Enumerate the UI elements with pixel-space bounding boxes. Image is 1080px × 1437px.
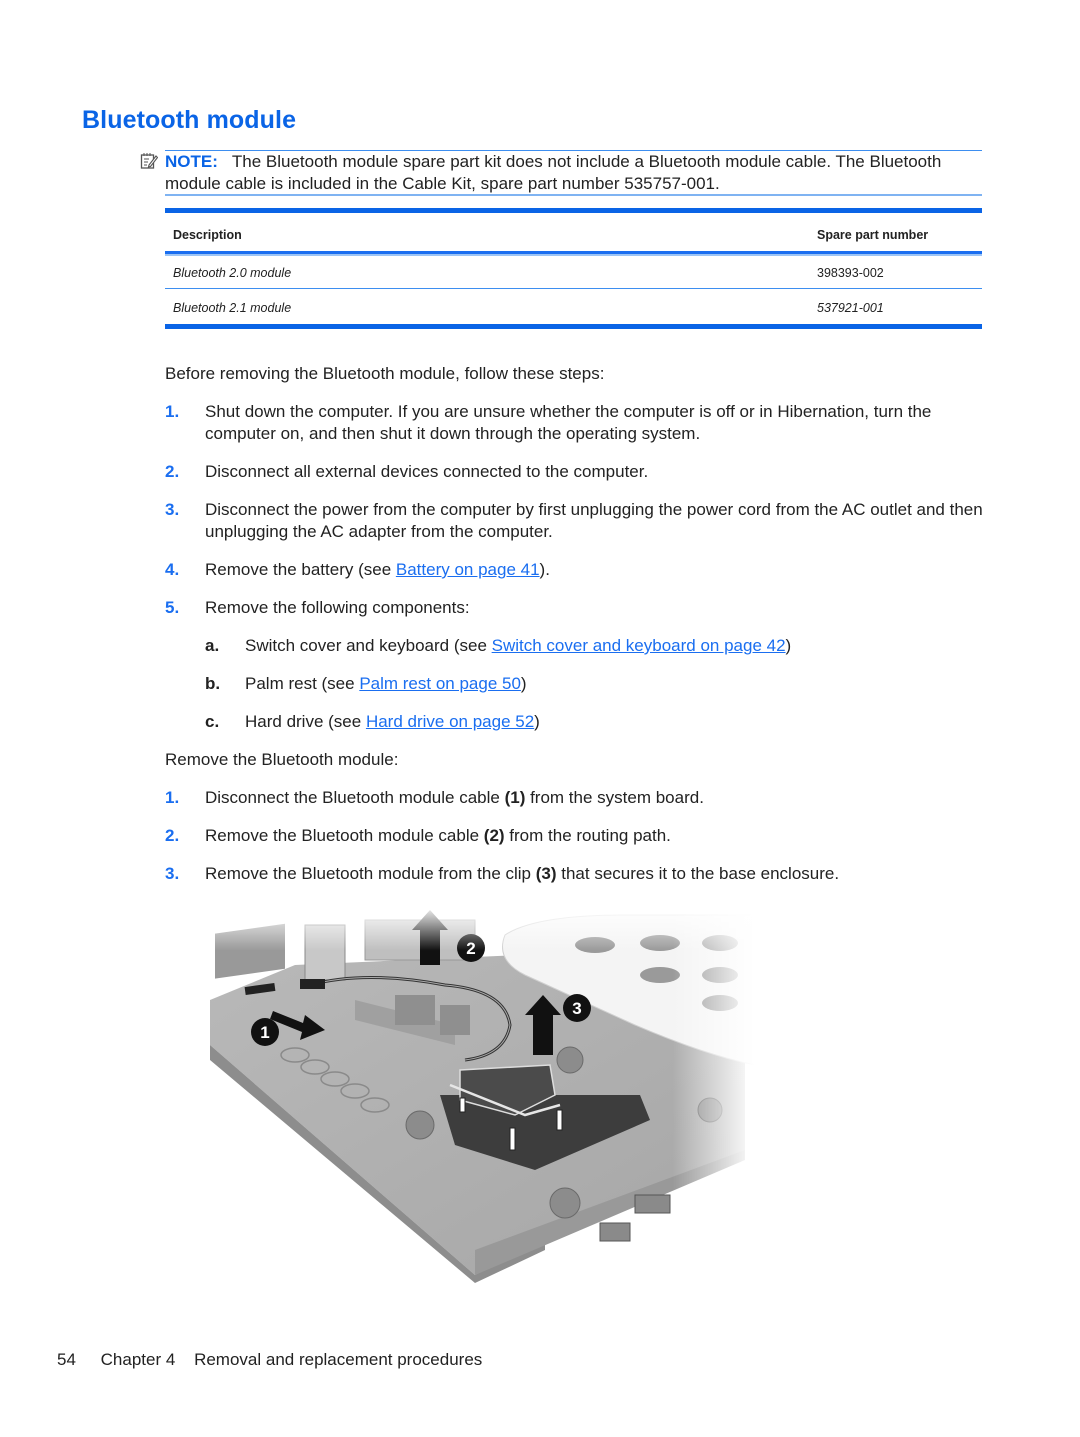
before-intro: Before removing the Bluetooth module, fo…	[165, 364, 605, 383]
step-number: 2.	[165, 826, 180, 845]
note-bottom-rule	[165, 194, 982, 196]
substep-letter: b.	[205, 674, 221, 693]
substep-text: Switch cover and keyboard (see Switch co…	[245, 635, 985, 657]
step-pre: Disconnect the Bluetooth module cable	[205, 788, 505, 807]
step-pre: Remove the Bluetooth module cable	[205, 826, 484, 845]
substep-suffix: )	[520, 674, 527, 693]
note-pencil-icon	[140, 153, 158, 169]
row-description: Bluetooth 2.0 module	[173, 266, 292, 280]
substep-prefix: Hard drive (see	[245, 712, 366, 731]
step-text: Shut down the computer. If you are unsur…	[205, 402, 932, 443]
callout-ref: (3)	[535, 864, 557, 883]
palm-rest-link[interactable]: Palm rest on page 50	[359, 674, 521, 693]
substep-letter: a.	[205, 636, 220, 655]
table-row: Bluetooth 2.0 module 398393-002	[165, 254, 982, 289]
note: NOTE: The Bluetooth module spare part kit…	[165, 151, 985, 195]
step-suffix: ).	[539, 560, 550, 579]
before-step-1: 1. Shut down the computer. If you are un…	[165, 401, 985, 445]
step-text: Disconnect the power from the computer b…	[205, 500, 983, 541]
step-text: Remove the Bluetooth module from the cli…	[205, 863, 985, 885]
callout-ref: (2)	[483, 826, 505, 845]
step-number: 5.	[165, 598, 180, 617]
substep-text: Hard drive (see Hard drive on page 52)	[245, 711, 985, 733]
step-post: from the routing path.	[504, 826, 671, 845]
switch-cover-keyboard-link[interactable]: Switch cover and keyboard on page 42	[492, 636, 786, 655]
row-description: Bluetooth 2.1 module	[173, 301, 292, 315]
bluetooth-removal-illustration: 1 2 3	[205, 905, 755, 1285]
step-text: Remove the battery (see Battery on page …	[205, 559, 985, 581]
substep-prefix: Palm rest (see	[245, 674, 360, 693]
section-title: Bluetooth module	[82, 106, 297, 134]
note-text: The Bluetooth module spare part kit does…	[165, 152, 942, 193]
substep-suffix: )	[534, 712, 540, 731]
step-post: that secures it to the base enclosure.	[556, 864, 840, 883]
step-pre: Remove the Bluetooth module from the cli…	[205, 864, 536, 883]
remove-intro: Remove the Bluetooth module:	[165, 750, 399, 769]
step-text: Disconnect all external devices connecte…	[205, 462, 649, 481]
row-part-number: 398393-002	[817, 266, 884, 280]
substep-text: Palm rest (see Palm rest on page 50)	[245, 673, 985, 695]
chapter-label: Chapter 4	[100, 1350, 176, 1369]
step-number: 1.	[165, 402, 180, 421]
step-prefix: Remove the battery (see	[205, 560, 396, 579]
step-number: 4.	[165, 560, 180, 579]
spare-parts-table: Description Spare part number Bluetooth …	[165, 208, 982, 329]
header-description: Description	[173, 228, 242, 242]
hard-drive-link[interactable]: Hard drive on page 52	[366, 712, 534, 731]
step-number: 2.	[165, 462, 180, 481]
step-text: Remove the Bluetooth module cable (2) fr…	[205, 825, 985, 847]
table-header: Description Spare part number	[165, 213, 982, 254]
row-part-number: 537921-001	[817, 301, 884, 315]
substep-prefix: Switch cover and keyboard (see	[245, 636, 492, 655]
chapter-title: Removal and replacement procedures	[194, 1350, 483, 1369]
step-number: 3.	[165, 864, 180, 883]
header-spare-part-number: Spare part number	[817, 228, 929, 242]
page-footer: 54 Chapter 4 Removal and replacement pro…	[57, 1350, 492, 1370]
step-post: from the system board.	[525, 788, 704, 807]
step-text: Disconnect the Bluetooth module cable (1…	[205, 787, 985, 809]
step-number: 1.	[165, 788, 180, 807]
page-number: 54	[57, 1350, 76, 1369]
table-row: Bluetooth 2.1 module 537921-001	[165, 289, 982, 322]
battery-link[interactable]: Battery on page 41	[396, 560, 540, 579]
substep-letter: c.	[205, 712, 220, 731]
callout-ref: (1)	[504, 788, 526, 807]
note-label: NOTE:	[165, 152, 218, 171]
step-text: Remove the following components:	[205, 598, 470, 617]
table-bottom-bar	[165, 324, 982, 329]
step-number: 3.	[165, 500, 180, 519]
substep-suffix: )	[785, 636, 792, 655]
